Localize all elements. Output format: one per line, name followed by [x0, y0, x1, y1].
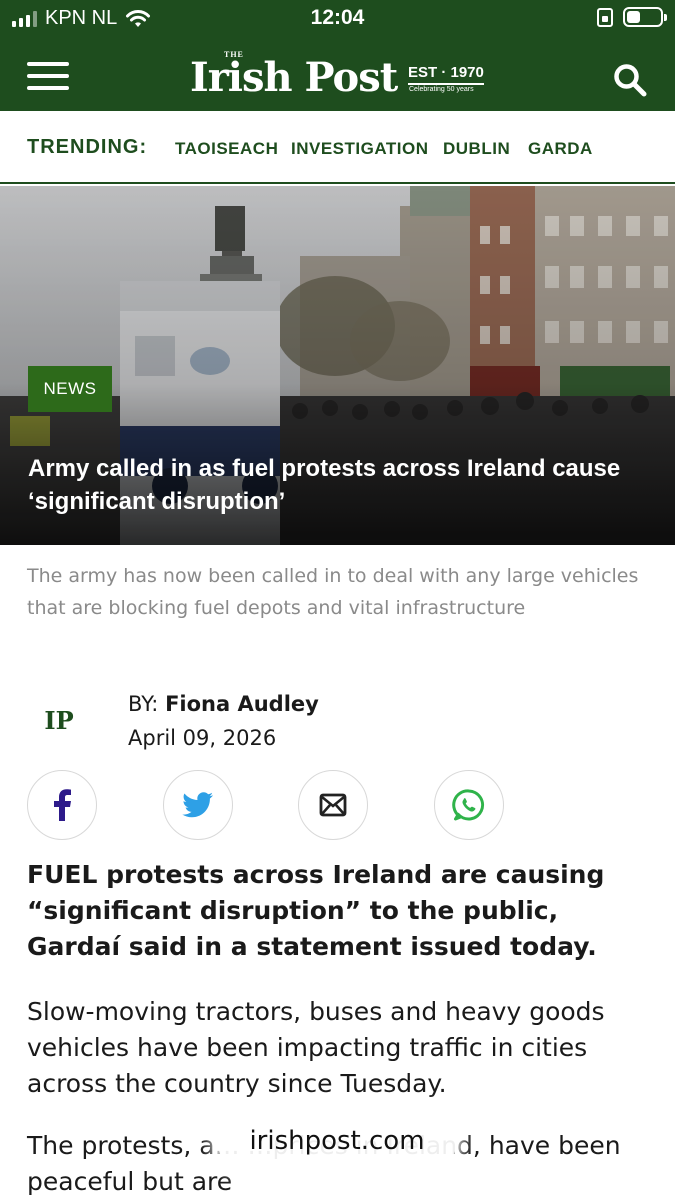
hamburger-menu-icon[interactable] — [27, 62, 69, 90]
status-time: 12:04 — [310, 6, 365, 29]
site-header: THE Irish Post EST · 1970 Celebrating 50… — [0, 38, 675, 111]
search-icon[interactable] — [612, 62, 648, 98]
share-facebook-button[interactable] — [27, 770, 97, 840]
article-summary: The army has now been called in to deal … — [27, 565, 639, 619]
author-name[interactable]: Fiona Audley — [165, 692, 319, 716]
share-whatsapp-button[interactable] — [434, 770, 504, 840]
whatsapp-icon — [452, 789, 485, 821]
article-paragraph-1: Slow-moving tractors, buses and heavy go… — [27, 997, 605, 1098]
share-email-button[interactable] — [298, 770, 368, 840]
author-avatar: IP — [44, 705, 74, 735]
trending-tag-investigation[interactable]: INVESTIGATION — [291, 139, 428, 159]
battery-fill — [627, 11, 640, 23]
byline: BY: Fiona Audley — [128, 692, 319, 716]
trending-tag-taoiseach[interactable]: TAOISEACH — [175, 139, 278, 159]
trending-bar: TRENDING: TAOISEACH INVESTIGATION DUBLIN… — [0, 111, 675, 184]
article-headline[interactable]: Army called in as fuel protests across I… — [28, 452, 648, 518]
logo-est: EST · 1970 — [408, 64, 484, 85]
trending-label: TRENDING: — [27, 136, 148, 158]
email-icon — [319, 793, 347, 817]
article-lead: FUEL protests across Ireland are causing… — [27, 860, 605, 961]
facebook-icon — [54, 789, 71, 821]
status-bar: KPN NL 12:04 — [0, 0, 675, 38]
logo-name: Irish Post — [190, 54, 398, 101]
trending-tag-garda[interactable]: GARDA — [528, 139, 593, 159]
twitter-icon — [182, 792, 213, 818]
site-header-bar: KPN NL 12:04 THE Irish Post EST · 1970 C… — [0, 0, 675, 111]
hero-article[interactable]: NEWS Army called in as fuel protests acr… — [0, 186, 675, 545]
trending-tag-dublin[interactable]: DUBLIN — [443, 139, 510, 159]
category-badge[interactable]: NEWS — [28, 366, 112, 412]
publish-date: April 09, 2026 — [128, 726, 277, 750]
browser-url-pill[interactable]: irishpost.com — [217, 1112, 457, 1170]
logo-tagline: Celebrating 50 years — [409, 86, 474, 93]
byline-prefix: BY: — [128, 692, 166, 716]
status-right — [597, 7, 667, 27]
battery-icon — [623, 7, 667, 27]
orientation-lock-icon — [597, 7, 613, 27]
share-twitter-button[interactable] — [163, 770, 233, 840]
